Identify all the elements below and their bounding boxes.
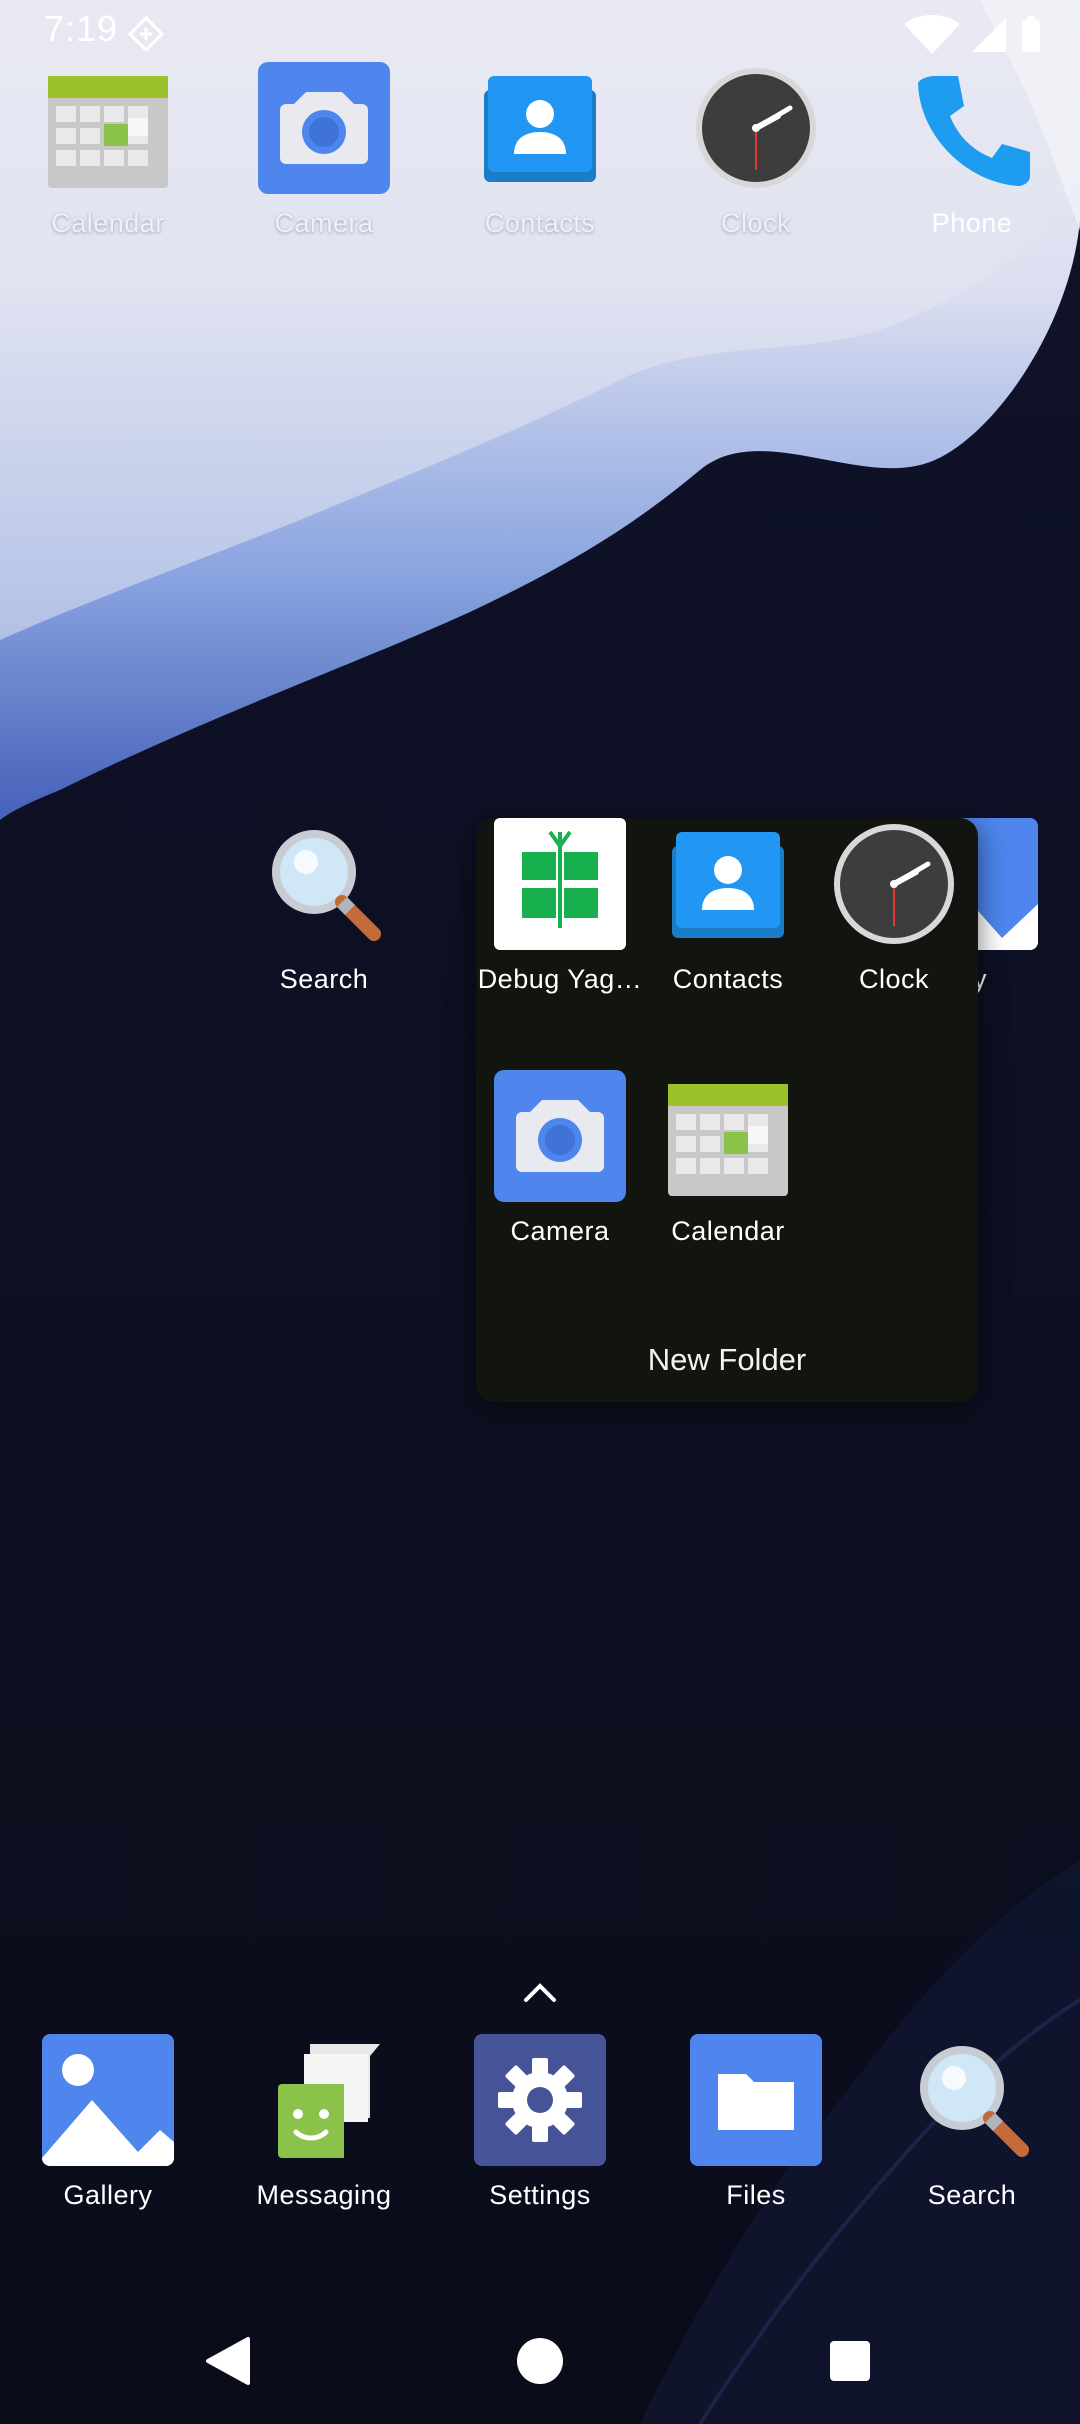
dock-search[interactable]: Search xyxy=(864,2034,1080,2254)
app-label: Calendar xyxy=(671,1216,785,1246)
files-icon xyxy=(690,2034,822,2166)
calendar-icon xyxy=(668,1084,788,1196)
dock-gallery[interactable]: Gallery xyxy=(0,2034,216,2254)
dock-files[interactable]: Files xyxy=(648,2034,864,2254)
search-icon xyxy=(272,830,381,941)
back-icon[interactable] xyxy=(184,2316,274,2406)
folder-app-contacts[interactable]: Contacts xyxy=(644,818,812,1018)
phone-icon xyxy=(918,76,1030,186)
app-contacts[interactable]: Contacts xyxy=(432,62,648,282)
app-label: Camera xyxy=(510,1216,610,1246)
camera-icon xyxy=(258,62,390,194)
clock-icon xyxy=(834,824,954,944)
dock-settings[interactable]: Settings xyxy=(432,2034,648,2254)
app-calendar[interactable]: Calendar xyxy=(0,62,216,282)
folder-app-camera[interactable]: Camera xyxy=(476,1070,644,1270)
folder-title[interactable]: New Folder xyxy=(476,1342,978,1378)
app-phone[interactable]: Phone xyxy=(864,62,1080,282)
app-clock[interactable]: Clock xyxy=(648,62,864,282)
app-label: Files xyxy=(726,2180,786,2210)
search-icon xyxy=(920,2046,1029,2157)
app-label: Search xyxy=(927,2180,1017,2210)
open-folder: Debug Yag… Contacts Clock Camera Calenda… xyxy=(476,818,978,1402)
home-icon[interactable] xyxy=(495,2316,585,2406)
messaging-icon xyxy=(262,2044,380,2158)
navigation-bar xyxy=(0,2300,1080,2424)
app-camera[interactable]: Camera xyxy=(216,62,432,282)
clock-icon xyxy=(696,68,816,188)
app-label: Phone xyxy=(931,208,1013,238)
status-time: 7:19 xyxy=(44,8,119,49)
app-label: Gallery xyxy=(63,2180,153,2210)
app-label: Search xyxy=(279,964,369,994)
app-search[interactable]: Search xyxy=(216,818,432,1038)
camera-icon xyxy=(494,1070,626,1202)
app-label: Clock xyxy=(720,208,791,238)
app-label: Calendar xyxy=(51,208,165,238)
app-label: Settings xyxy=(489,2180,591,2210)
folder-app-calendar[interactable]: Calendar xyxy=(644,1070,812,1270)
app-label: Contacts xyxy=(672,964,784,994)
contacts-icon xyxy=(672,832,784,938)
gallery-icon xyxy=(42,2034,174,2166)
dock-messaging[interactable]: Messaging xyxy=(216,2034,432,2254)
battery-icon xyxy=(1022,20,1040,52)
folder-app-clock[interactable]: Clock xyxy=(810,818,978,1018)
app-label: Clock xyxy=(858,964,929,994)
chevron-up-icon[interactable] xyxy=(520,1978,560,2008)
wifi-icon xyxy=(904,15,960,54)
status-indicators xyxy=(904,15,1040,54)
android-debug-icon xyxy=(127,15,165,53)
settings-icon xyxy=(474,2034,606,2166)
app-label: Camera xyxy=(274,208,374,238)
status-bar: 7:19 xyxy=(0,0,1080,64)
recents-icon[interactable] xyxy=(805,2316,895,2406)
folder-app-debug-yag[interactable]: Debug Yag… xyxy=(476,818,644,1018)
debug-yag-icon xyxy=(494,818,626,950)
signal-icon xyxy=(972,18,1006,52)
calendar-icon xyxy=(48,76,168,188)
app-label: Contacts xyxy=(484,208,596,238)
app-label: Messaging xyxy=(256,2180,392,2210)
app-label: Debug Yag… xyxy=(477,964,643,994)
contacts-icon xyxy=(484,76,596,182)
